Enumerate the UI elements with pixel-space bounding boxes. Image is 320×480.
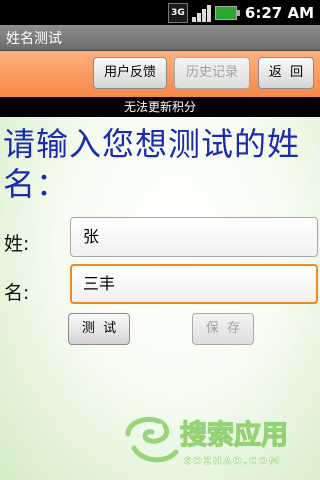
watermark-domain: SOZHAO.COM xyxy=(184,456,281,467)
test-button[interactable]: 测 试 xyxy=(68,313,130,345)
title-bar: 姓名测试 xyxy=(0,25,320,51)
prompt-text: 请输入您想测试的姓名： xyxy=(3,125,301,203)
main-content: 请输入您想测试的姓名： 姓: 张 名: 三丰 测 试 保 存 搜索应用 SOZH… xyxy=(0,117,320,480)
watermark-brand: 搜索应用 xyxy=(180,419,288,451)
battery-icon xyxy=(214,5,240,20)
surname-input[interactable]: 张 xyxy=(70,217,318,257)
app-title: 姓名测试 xyxy=(6,31,62,47)
save-button[interactable]: 保 存 xyxy=(192,313,254,345)
history-button[interactable]: 历史记录 xyxy=(174,57,250,89)
dragon-icon xyxy=(125,417,179,463)
status-bar: 3G 6:27 AM xyxy=(0,0,320,25)
signal-icon xyxy=(191,4,211,22)
feedback-button[interactable]: 用户反馈 xyxy=(93,57,167,89)
surname-label: 姓: xyxy=(4,233,30,255)
status-icons: 3G 6:27 AM xyxy=(167,0,320,25)
3g-icon: 3G xyxy=(167,2,188,23)
notice-bar: 无法更新积分 xyxy=(0,97,320,117)
status-time: 6:27 AM xyxy=(244,3,314,22)
back-button[interactable]: 返 回 xyxy=(258,57,314,89)
watermark-logo: 搜索应用 SOZHAO.COM xyxy=(125,417,289,467)
given-name-label: 名: xyxy=(4,282,30,304)
toolbar: 用户反馈 历史记录 返 回 xyxy=(0,51,320,97)
given-name-input[interactable]: 三丰 xyxy=(70,264,318,304)
